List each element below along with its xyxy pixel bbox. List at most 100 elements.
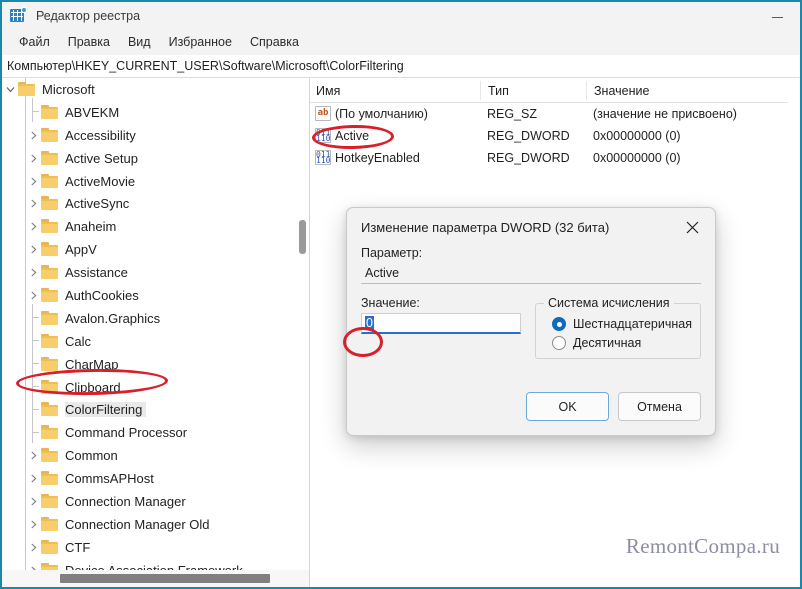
tree-item-charmap[interactable]: CharMap: [2, 353, 309, 376]
chevron-right-icon[interactable]: [25, 562, 41, 570]
tree-item-anaheim[interactable]: Anaheim: [2, 215, 309, 238]
menu-favorites[interactable]: Избранное: [160, 32, 241, 52]
radio-hexadecimal-indicator[interactable]: [552, 317, 566, 331]
folder-icon: [41, 380, 59, 395]
column-header-type[interactable]: Тип: [482, 78, 509, 103]
tree-item-command-processor[interactable]: Command Processor: [2, 421, 309, 444]
tree-guide: [25, 104, 41, 120]
tree-item-connection-manager[interactable]: Connection Manager: [2, 490, 309, 513]
tree-item-label: Assistance: [65, 265, 132, 280]
chevron-right-icon[interactable]: [25, 493, 41, 509]
chevron-right-icon[interactable]: [25, 516, 41, 532]
tree-item-commsaphost[interactable]: CommsAPHost: [2, 467, 309, 490]
folder-icon: [41, 196, 59, 211]
tree-item-clipboard[interactable]: Clipboard: [2, 376, 309, 399]
folder-icon: [41, 563, 59, 570]
dialog-buttons: OK Отмена: [526, 392, 701, 421]
tree-item-abvekm[interactable]: ABVEKM: [2, 101, 309, 124]
value-name: (По умолчанию): [335, 107, 428, 121]
value-label: Значение:: [361, 296, 521, 310]
tree-item-label: AppV: [65, 242, 101, 257]
tree-vertical-scrollbar[interactable]: [296, 78, 309, 570]
tree-item-label: ColorFiltering: [65, 402, 146, 417]
radio-hexadecimal-label: Шестнадцатеричная: [573, 317, 692, 331]
tree-item-activemovie[interactable]: ActiveMovie: [2, 170, 309, 193]
tree-item-label: CharMap: [65, 357, 122, 372]
chevron-right-icon[interactable]: [25, 448, 41, 464]
tree-item-ctf[interactable]: CTF: [2, 536, 309, 559]
folder-icon: [41, 448, 59, 463]
tree-item-label: Common: [65, 448, 122, 463]
param-name-field: Active: [361, 263, 701, 284]
radix-legend: Система исчисления: [544, 296, 674, 310]
tree-item-label: Connection Manager Old: [65, 517, 214, 532]
tree-item-active-setup[interactable]: Active Setup: [2, 147, 309, 170]
chevron-right-icon[interactable]: [25, 127, 41, 143]
column-header-name[interactable]: Имя: [310, 78, 340, 103]
chevron-right-icon[interactable]: [25, 287, 41, 303]
value-row[interactable]: 011110ActiveREG_DWORD0x00000000 (0): [310, 125, 800, 147]
address-bar[interactable]: Компьютер\HKEY_CURRENT_USER\Software\Mic…: [2, 55, 800, 78]
registry-tree[interactable]: Microsoft ABVEKM AccessibilityActive Setup…: [2, 78, 309, 570]
tree-item-activesync[interactable]: ActiveSync: [2, 192, 309, 215]
tree-item-calc[interactable]: Calc: [2, 330, 309, 353]
tree-item-connection-manager-old[interactable]: Connection Manager Old: [2, 513, 309, 536]
folder-icon: [41, 265, 59, 280]
chevron-right-icon[interactable]: [25, 539, 41, 555]
menu-edit[interactable]: Правка: [59, 32, 119, 52]
tree-item-label: Avalon.Graphics: [65, 311, 164, 326]
tree-item-device-association-framework[interactable]: Device Association Framework: [2, 559, 309, 570]
tree-guide: [25, 310, 41, 326]
radio-decimal-label: Десятичная: [573, 336, 641, 350]
tree-item-authcookies[interactable]: AuthCookies: [2, 284, 309, 307]
radio-hexadecimal[interactable]: Шестнадцатеричная: [552, 317, 692, 331]
menu-bar: Файл Правка Вид Избранное Справка: [2, 29, 800, 55]
window-controls: [754, 2, 800, 29]
edit-dword-dialog: Изменение параметра DWORD (32 бита) Пара…: [346, 207, 716, 436]
tree-item-label: Microsoft: [42, 82, 99, 97]
menu-file[interactable]: Файл: [10, 32, 59, 52]
radio-decimal[interactable]: Десятичная: [552, 336, 692, 350]
ok-button[interactable]: OK: [526, 392, 609, 421]
chevron-right-icon[interactable]: [25, 471, 41, 487]
tree-item-accessibility[interactable]: Accessibility: [2, 124, 309, 147]
radio-decimal-indicator[interactable]: [552, 336, 566, 350]
dialog-title: Изменение параметра DWORD (32 бита): [347, 220, 609, 235]
chevron-right-icon[interactable]: [25, 173, 41, 189]
tree-guide: [25, 356, 41, 372]
cancel-button[interactable]: Отмена: [618, 392, 701, 421]
value-row[interactable]: 011110HotkeyEnabledREG_DWORD0x00000000 (…: [310, 147, 800, 169]
tree-item-assistance[interactable]: Assistance: [2, 261, 309, 284]
close-icon[interactable]: [670, 208, 715, 246]
chevron-right-icon[interactable]: [25, 242, 41, 258]
minimize-button[interactable]: [754, 2, 800, 29]
tree-guide: [25, 402, 41, 418]
menu-view[interactable]: Вид: [119, 32, 160, 52]
menu-help[interactable]: Справка: [241, 32, 308, 52]
tree-item-microsoft[interactable]: Microsoft: [2, 78, 309, 101]
tree-item-label: Anaheim: [65, 219, 120, 234]
chevron-right-icon[interactable]: [25, 219, 41, 235]
chevron-right-icon[interactable]: [25, 150, 41, 166]
tree-item-common[interactable]: Common: [2, 444, 309, 467]
folder-icon: [41, 334, 59, 349]
tree-vscroll-thumb[interactable]: [299, 220, 306, 254]
dword-value-icon: 011110: [315, 128, 331, 143]
tree-item-label: ABVEKM: [65, 105, 123, 120]
tree-item-appv[interactable]: AppV: [2, 238, 309, 261]
tree-item-avalon-graphics[interactable]: Avalon.Graphics: [2, 307, 309, 330]
value-section: Значение: 0: [361, 296, 521, 359]
folder-icon: [41, 219, 59, 234]
string-value-icon: ab: [315, 106, 331, 121]
tree-hscroll-thumb[interactable]: [60, 574, 270, 583]
chevron-right-icon[interactable]: [25, 196, 41, 212]
value-input[interactable]: 0: [361, 313, 521, 334]
tree-horizontal-scrollbar[interactable]: [2, 570, 309, 587]
column-header-value[interactable]: Значение: [588, 78, 649, 103]
tree-item-colorfiltering[interactable]: ColorFiltering: [2, 398, 309, 421]
chevron-right-icon[interactable]: [25, 265, 41, 281]
value-row[interactable]: ab(По умолчанию)REG_SZ(значение не присв…: [310, 103, 800, 125]
folder-icon: [41, 540, 59, 555]
chevron-down-icon[interactable]: [2, 81, 18, 97]
window-title: Редактор реестра: [36, 9, 140, 23]
